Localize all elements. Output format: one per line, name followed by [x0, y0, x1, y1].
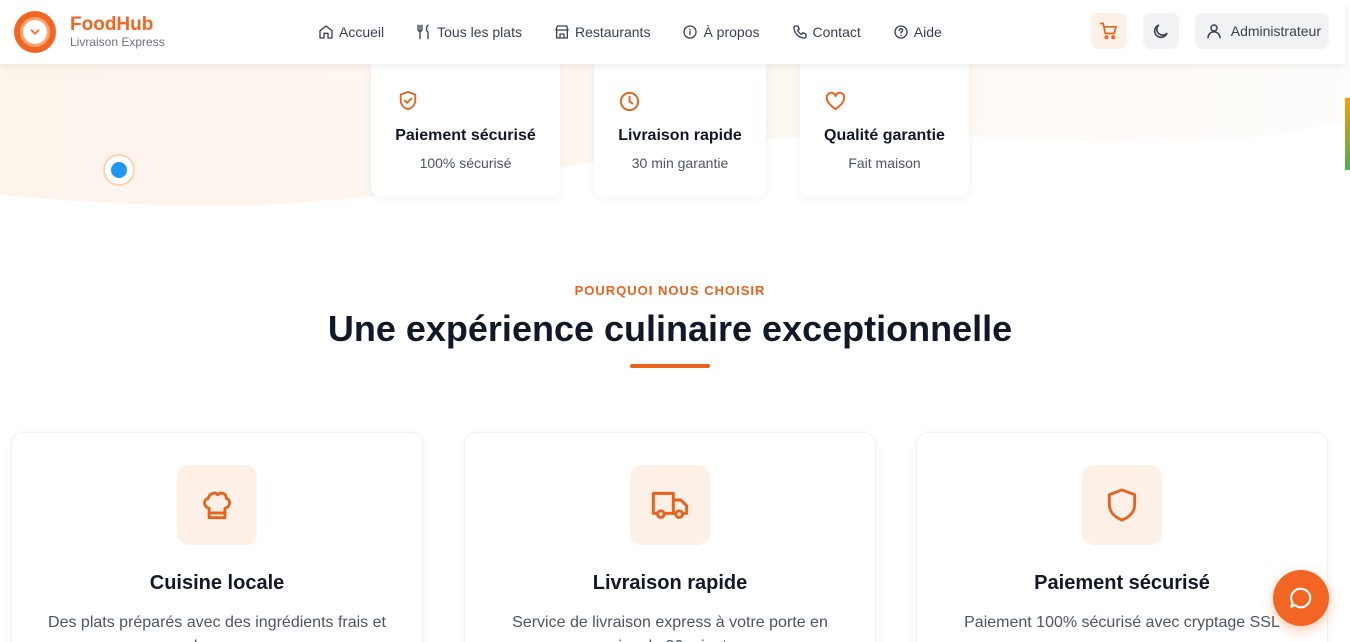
main-nav: Accueil Tous les plats Restaurants À pro… [318, 0, 974, 64]
card-description: Paiement 100% sécurisé avec cryptage SSL [964, 614, 1280, 631]
phone-icon [792, 25, 807, 39]
nav-link-label: Contact [812, 24, 861, 40]
help-icon [894, 25, 908, 39]
clock-icon [619, 91, 640, 112]
shield-check-icon [399, 90, 417, 111]
nav-link-label: Accueil [339, 24, 385, 40]
nav-link-aide[interactable]: Aide [893, 24, 942, 40]
nav-link-accueil[interactable]: Accueil [318, 24, 384, 40]
brand-name: FoodHub [70, 14, 154, 35]
chat-bubble-icon [1290, 587, 1312, 609]
user-menu-button[interactable]: Administrateur [1194, 13, 1329, 49]
utensils-icon [417, 24, 429, 40]
feature-title: Livraison rapide [618, 127, 742, 144]
chef-hat-icon [203, 491, 231, 520]
user-icon [1206, 24, 1221, 39]
cart-button[interactable] [1090, 13, 1127, 49]
card-icon-box [1082, 465, 1162, 545]
card-title: Cuisine locale [149, 572, 285, 594]
nav-link-a-propos[interactable]: À propos [682, 24, 760, 40]
feature-title: Paiement sécurisé [395, 127, 536, 144]
home-icon [319, 25, 333, 39]
title-underline [630, 364, 710, 368]
logo-icon [14, 11, 56, 53]
info-icon [683, 25, 698, 39]
feature-title: Qualité garantie [824, 127, 945, 144]
brand-tagline: Livraison Express [70, 35, 165, 49]
feature-card-paiement: Paiement sécurisé 100% sécurisé [371, 64, 560, 197]
heart-icon [825, 91, 846, 111]
feature-subtitle: 100% sécurisé [419, 155, 512, 171]
nav-link-restaurants[interactable]: Restaurants [554, 24, 650, 40]
feature-card-livraison: Livraison rapide 30 min garantie [594, 64, 766, 197]
card-icon-box [630, 465, 710, 545]
truck-icon [651, 491, 689, 519]
feature-subtitle: 30 min garantie [631, 155, 729, 171]
theme-toggle-button[interactable] [1142, 13, 1179, 49]
card-title: Livraison rapide [592, 572, 748, 594]
section-eyebrow: POURQUOI NOUS CHOISIR [574, 283, 766, 298]
nav-link-label: Tous les plats [437, 24, 522, 40]
user-name: Administrateur [1230, 23, 1321, 39]
why-card-paiement-securise: Paiement sécurisé Paiement 100% sécurisé… [916, 432, 1328, 642]
section-title: Une expérience culinaire exceptionnelle [327, 308, 1013, 349]
moon-icon [1154, 23, 1168, 38]
card-icon-box [177, 465, 257, 545]
floating-indicator-dot[interactable] [103, 154, 135, 186]
nav-link-contact[interactable]: Contact [792, 24, 861, 40]
why-card-livraison-rapide: Livraison rapide Service de livraison ex… [464, 432, 876, 642]
navbar-actions: Administrateur [1090, 13, 1329, 49]
nav-link-label: Restaurants [574, 24, 651, 40]
feature-subtitle: Fait maison [848, 155, 921, 171]
nav-link-tous-les-plats[interactable]: Tous les plats [416, 24, 522, 40]
why-card-cuisine-locale: Cuisine locale Des plats préparés avec d… [11, 432, 423, 642]
brand[interactable]: FoodHub Livraison Express [14, 11, 165, 53]
store-icon [555, 25, 569, 39]
card-title: Paiement sécurisé [1034, 572, 1210, 594]
feature-card-qualite: Qualité garantie Fait maison [800, 64, 969, 197]
card-description: Service de livraison express à votre por… [512, 614, 828, 642]
nav-link-label: À propos [703, 24, 760, 40]
shield-icon [1107, 488, 1137, 522]
cart-icon [1099, 22, 1117, 40]
top-navbar: FoodHub Livraison Express Accueil Tous l… [0, 0, 1345, 64]
scroll-edge-indicator [1345, 98, 1350, 170]
card-description: Des plats préparés avec des ingrédients … [48, 614, 386, 642]
chat-button[interactable] [1273, 570, 1329, 626]
nav-link-label: Aide [913, 24, 942, 40]
